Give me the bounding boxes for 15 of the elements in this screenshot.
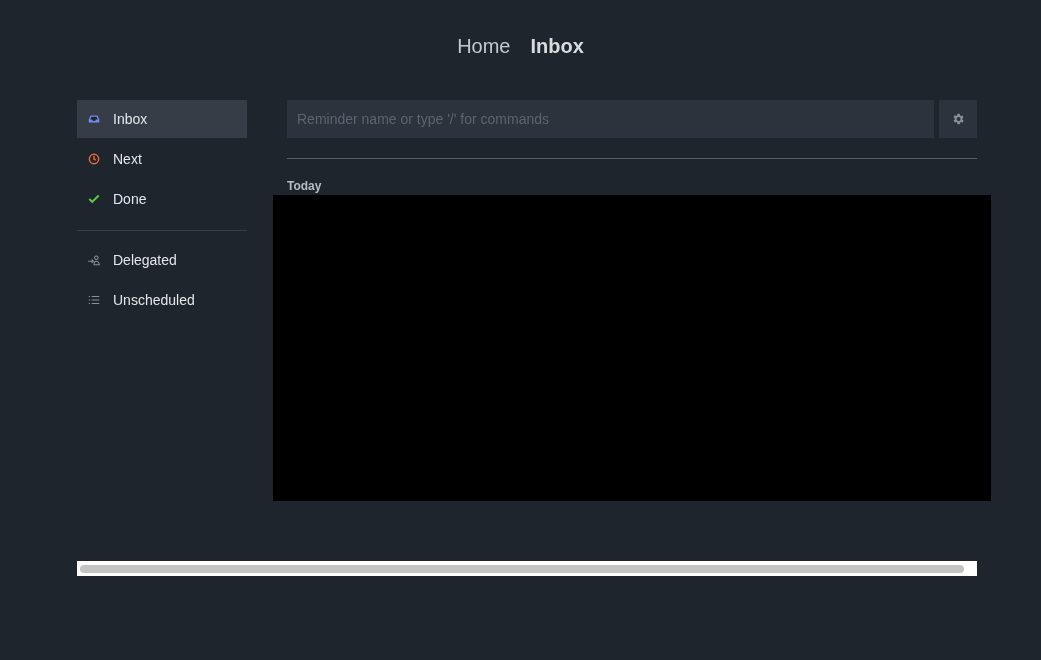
person-arrow-icon <box>87 253 101 267</box>
sidebar-item[interactable]: Unscheduled <box>77 281 247 319</box>
settings-icon <box>951 112 965 126</box>
sidebar-item[interactable]: Next <box>77 140 247 178</box>
section-heading: Today <box>287 178 322 195</box>
list-icon <box>87 293 101 307</box>
scrollbar[interactable] <box>77 561 977 576</box>
sidebar-item[interactable]: Delegated <box>77 241 247 279</box>
checkmark-icon <box>87 192 101 206</box>
sidebar-item[interactable]: Done <box>77 180 247 218</box>
sidebar-item[interactable]: Inbox <box>77 100 247 138</box>
breadcrumb-link[interactable]: Inbox <box>530 31 584 61</box>
breadcrumb-link[interactable]: Home <box>457 31 511 61</box>
settings-button[interactable] <box>939 100 977 138</box>
clock-icon <box>87 152 101 166</box>
